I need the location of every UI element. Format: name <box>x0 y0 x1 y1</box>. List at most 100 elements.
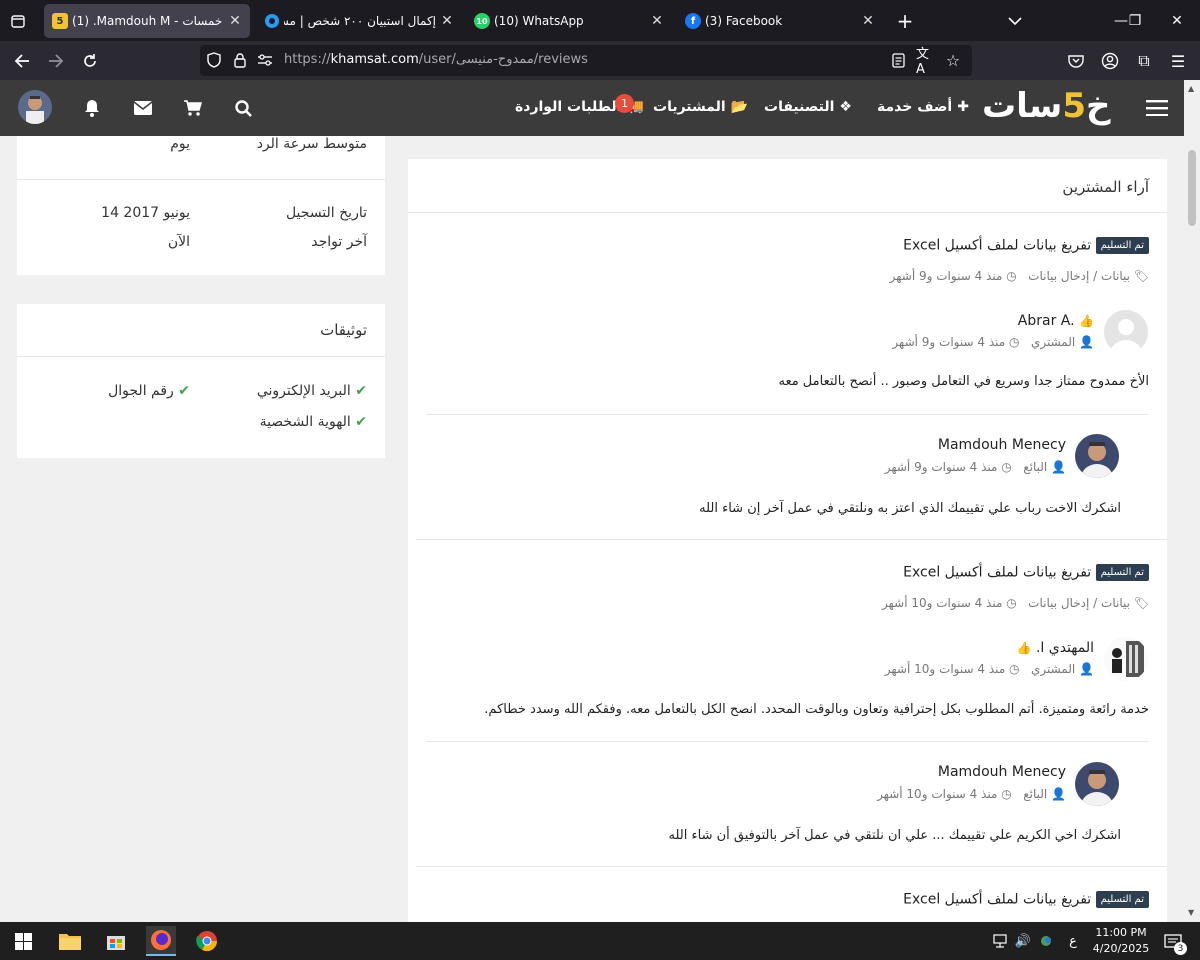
bell-icon[interactable] <box>82 98 102 118</box>
url-bar[interactable]: https://khamsat.com/user/ممدوح-منيسى/rev… <box>200 45 972 77</box>
response-speed-value: يوم <box>170 136 190 152</box>
review-category[interactable]: بيانات / إدخال بيانات <box>1028 596 1130 610</box>
site-menu-icon[interactable] <box>1145 96 1169 120</box>
new-tab-icon[interactable]: + <box>894 9 916 33</box>
tab-overflow-chevron-icon[interactable] <box>1004 10 1026 32</box>
seller-time: منذ 4 سنوات و10 أشهر <box>877 787 998 801</box>
buyer-time: منذ 4 سنوات و10 أشهر <box>884 662 1006 676</box>
page-scrollbar[interactable]: ▲ ▼ <box>1184 80 1200 922</box>
scroll-up-icon[interactable]: ▲ <box>1188 84 1194 93</box>
verification-phone-label: رقم الجوال <box>108 383 174 399</box>
close-tab-icon[interactable]: ✕ <box>438 12 456 30</box>
buyer-name-label[interactable]: المهتدي ا. <box>1036 640 1094 656</box>
pocket-icon[interactable] <box>1062 47 1090 75</box>
shield-icon[interactable] <box>206 52 222 68</box>
facebook-favicon-icon: f <box>685 13 701 29</box>
forward-arrow-icon[interactable] <box>42 47 70 75</box>
onedrive-icon[interactable] <box>1037 933 1055 949</box>
clock-time: 11:00 PM <box>1095 926 1147 939</box>
scroll-down-icon[interactable]: ▼ <box>1188 908 1194 917</box>
tab-title: (10) WhatsApp <box>494 14 584 28</box>
cubes-icon: ❖ <box>839 99 852 115</box>
seller-name[interactable]: Mamdouh Menecy <box>938 437 1066 453</box>
nav-purchases-label: المشتريات <box>653 99 726 115</box>
account-icon[interactable] <box>1096 47 1124 75</box>
review-service-title[interactable]: تم التسليم تفريغ بيانات لملف أكسيل Excel <box>903 891 1149 908</box>
tab-khamsat[interactable]: 5 (1) .Mamdouh M - خمسات ✕ <box>44 4 250 38</box>
lock-icon[interactable] <box>232 52 248 68</box>
user-avatar[interactable] <box>18 90 52 124</box>
buyer-name[interactable]: المهتدي ا. 👍 <box>1017 640 1094 656</box>
url-path: /user/ممدوح-منيسى/reviews <box>418 52 588 67</box>
file-explorer-icon[interactable] <box>55 926 85 956</box>
tag-icon: 🏷 <box>1133 596 1149 610</box>
extensions-puzzle-icon[interactable]: ⧉ <box>1130 47 1158 75</box>
network-icon[interactable] <box>992 933 1010 949</box>
close-tab-icon[interactable]: ✕ <box>648 12 666 30</box>
translate-icon[interactable]: 文A <box>916 47 936 77</box>
close-tab-icon[interactable]: ✕ <box>226 12 244 30</box>
divider <box>426 414 1148 415</box>
nav-add-service-label: أضف خدمة <box>877 99 953 115</box>
back-arrow-icon[interactable] <box>8 47 36 75</box>
response-speed-label: متوسط سرعة الرد <box>256 136 367 152</box>
store-icon[interactable] <box>101 926 131 956</box>
review-service-title[interactable]: تم التسليم تفريغ بيانات لملف أكسيل Excel <box>903 237 1149 254</box>
buyer-name[interactable]: Abrar A. 👍 <box>1018 313 1094 329</box>
verification-email: ✔ البريد الإلكتروني <box>257 383 367 399</box>
tab-whatsapp[interactable]: 10 (10) WhatsApp ✕ <box>466 4 672 38</box>
volume-icon[interactable]: 🔊 <box>1014 933 1032 949</box>
close-window-icon[interactable]: ✕ <box>1154 0 1200 41</box>
khamsat-logo[interactable]: خ5سات <box>982 86 1112 126</box>
nav-add-service[interactable]: ✚أضف خدمة <box>877 99 969 115</box>
review-service-name[interactable]: تفريغ بيانات لملف أكسيل Excel <box>903 238 1091 254</box>
input-language[interactable]: ع <box>1066 932 1080 950</box>
seller-role: البائع <box>1023 787 1048 801</box>
clock[interactable]: 11:00 PM 4/20/2025 <box>1090 925 1152 957</box>
site-permissions-icon[interactable] <box>256 52 274 68</box>
search-icon[interactable] <box>233 98 253 118</box>
tab-title: (3) Facebook <box>705 14 783 28</box>
scroll-thumb[interactable] <box>1188 150 1196 226</box>
reader-view-icon[interactable] <box>890 52 906 68</box>
buyer-meta: 👤 المشتري ◷ منذ 4 سنوات و10 أشهر <box>885 662 1094 676</box>
nav-purchases[interactable]: 📂المشتريات <box>653 99 748 115</box>
seller-name[interactable]: Mamdouh Menecy <box>938 764 1066 780</box>
envelope-icon[interactable] <box>133 98 153 118</box>
bookmark-star-icon[interactable]: ☆ <box>944 51 962 70</box>
divider <box>408 212 1167 213</box>
chrome-icon[interactable] <box>192 926 222 956</box>
review-service-title[interactable]: تم التسليم تفريغ بيانات لملف أكسيل Excel <box>903 564 1149 581</box>
seller-time: منذ 4 سنوات و9 أشهر <box>884 460 998 474</box>
firefox-icon[interactable] <box>146 926 176 956</box>
registration-date-value: 14 يونيو 2017 <box>101 205 190 221</box>
verification-email-label: البريد الإلكتروني <box>256 383 351 399</box>
folder-open-icon: 📂 <box>730 99 749 115</box>
divider <box>416 866 1167 867</box>
review-category[interactable]: بيانات / إدخال بيانات <box>1028 269 1130 283</box>
windows-taskbar: 🔊 ع 11:00 PM 4/20/2025 3 <box>0 922 1200 960</box>
windows-start-icon[interactable] <box>8 926 38 956</box>
url-text[interactable]: https://khamsat.com/user/ممدوح-منيسى/rev… <box>284 52 588 67</box>
check-icon: ✔ <box>178 383 190 399</box>
buyer-name-label[interactable]: Abrar A. <box>1018 313 1075 329</box>
registration-date-label: تاريخ التسجيل <box>285 205 367 221</box>
cart-icon[interactable] <box>183 98 203 118</box>
hamburger-menu-icon[interactable]: ☰ <box>1164 47 1192 75</box>
restore-window-icon[interactable]: ❐ <box>1112 0 1158 41</box>
review-service-name[interactable]: تفريغ بيانات لملف أكسيل Excel <box>903 892 1091 908</box>
seller-avatar[interactable] <box>1075 762 1119 806</box>
buyer-time: منذ 4 سنوات و9 أشهر <box>892 335 1006 349</box>
buyer-avatar[interactable] <box>1104 310 1148 354</box>
tab-list-icon[interactable] <box>8 11 28 31</box>
nav-categories[interactable]: ❖التصنيفات <box>764 99 852 115</box>
tab-mostaql[interactable]: إكمال استبيان ٢٠٠ شخص | مستقل ✕ <box>256 4 462 38</box>
browser-nav-bar: https://khamsat.com/user/ممدوح-منيسى/rev… <box>0 41 1200 80</box>
close-tab-icon[interactable]: ✕ <box>859 12 877 30</box>
tab-facebook[interactable]: f (3) Facebook ✕ <box>677 4 883 38</box>
clock-icon: ◷ <box>1009 662 1020 676</box>
buyer-avatar[interactable] <box>1104 637 1148 681</box>
reload-icon[interactable] <box>76 47 104 75</box>
seller-avatar[interactable] <box>1075 434 1119 478</box>
review-service-name[interactable]: تفريغ بيانات لملف أكسيل Excel <box>903 565 1091 581</box>
